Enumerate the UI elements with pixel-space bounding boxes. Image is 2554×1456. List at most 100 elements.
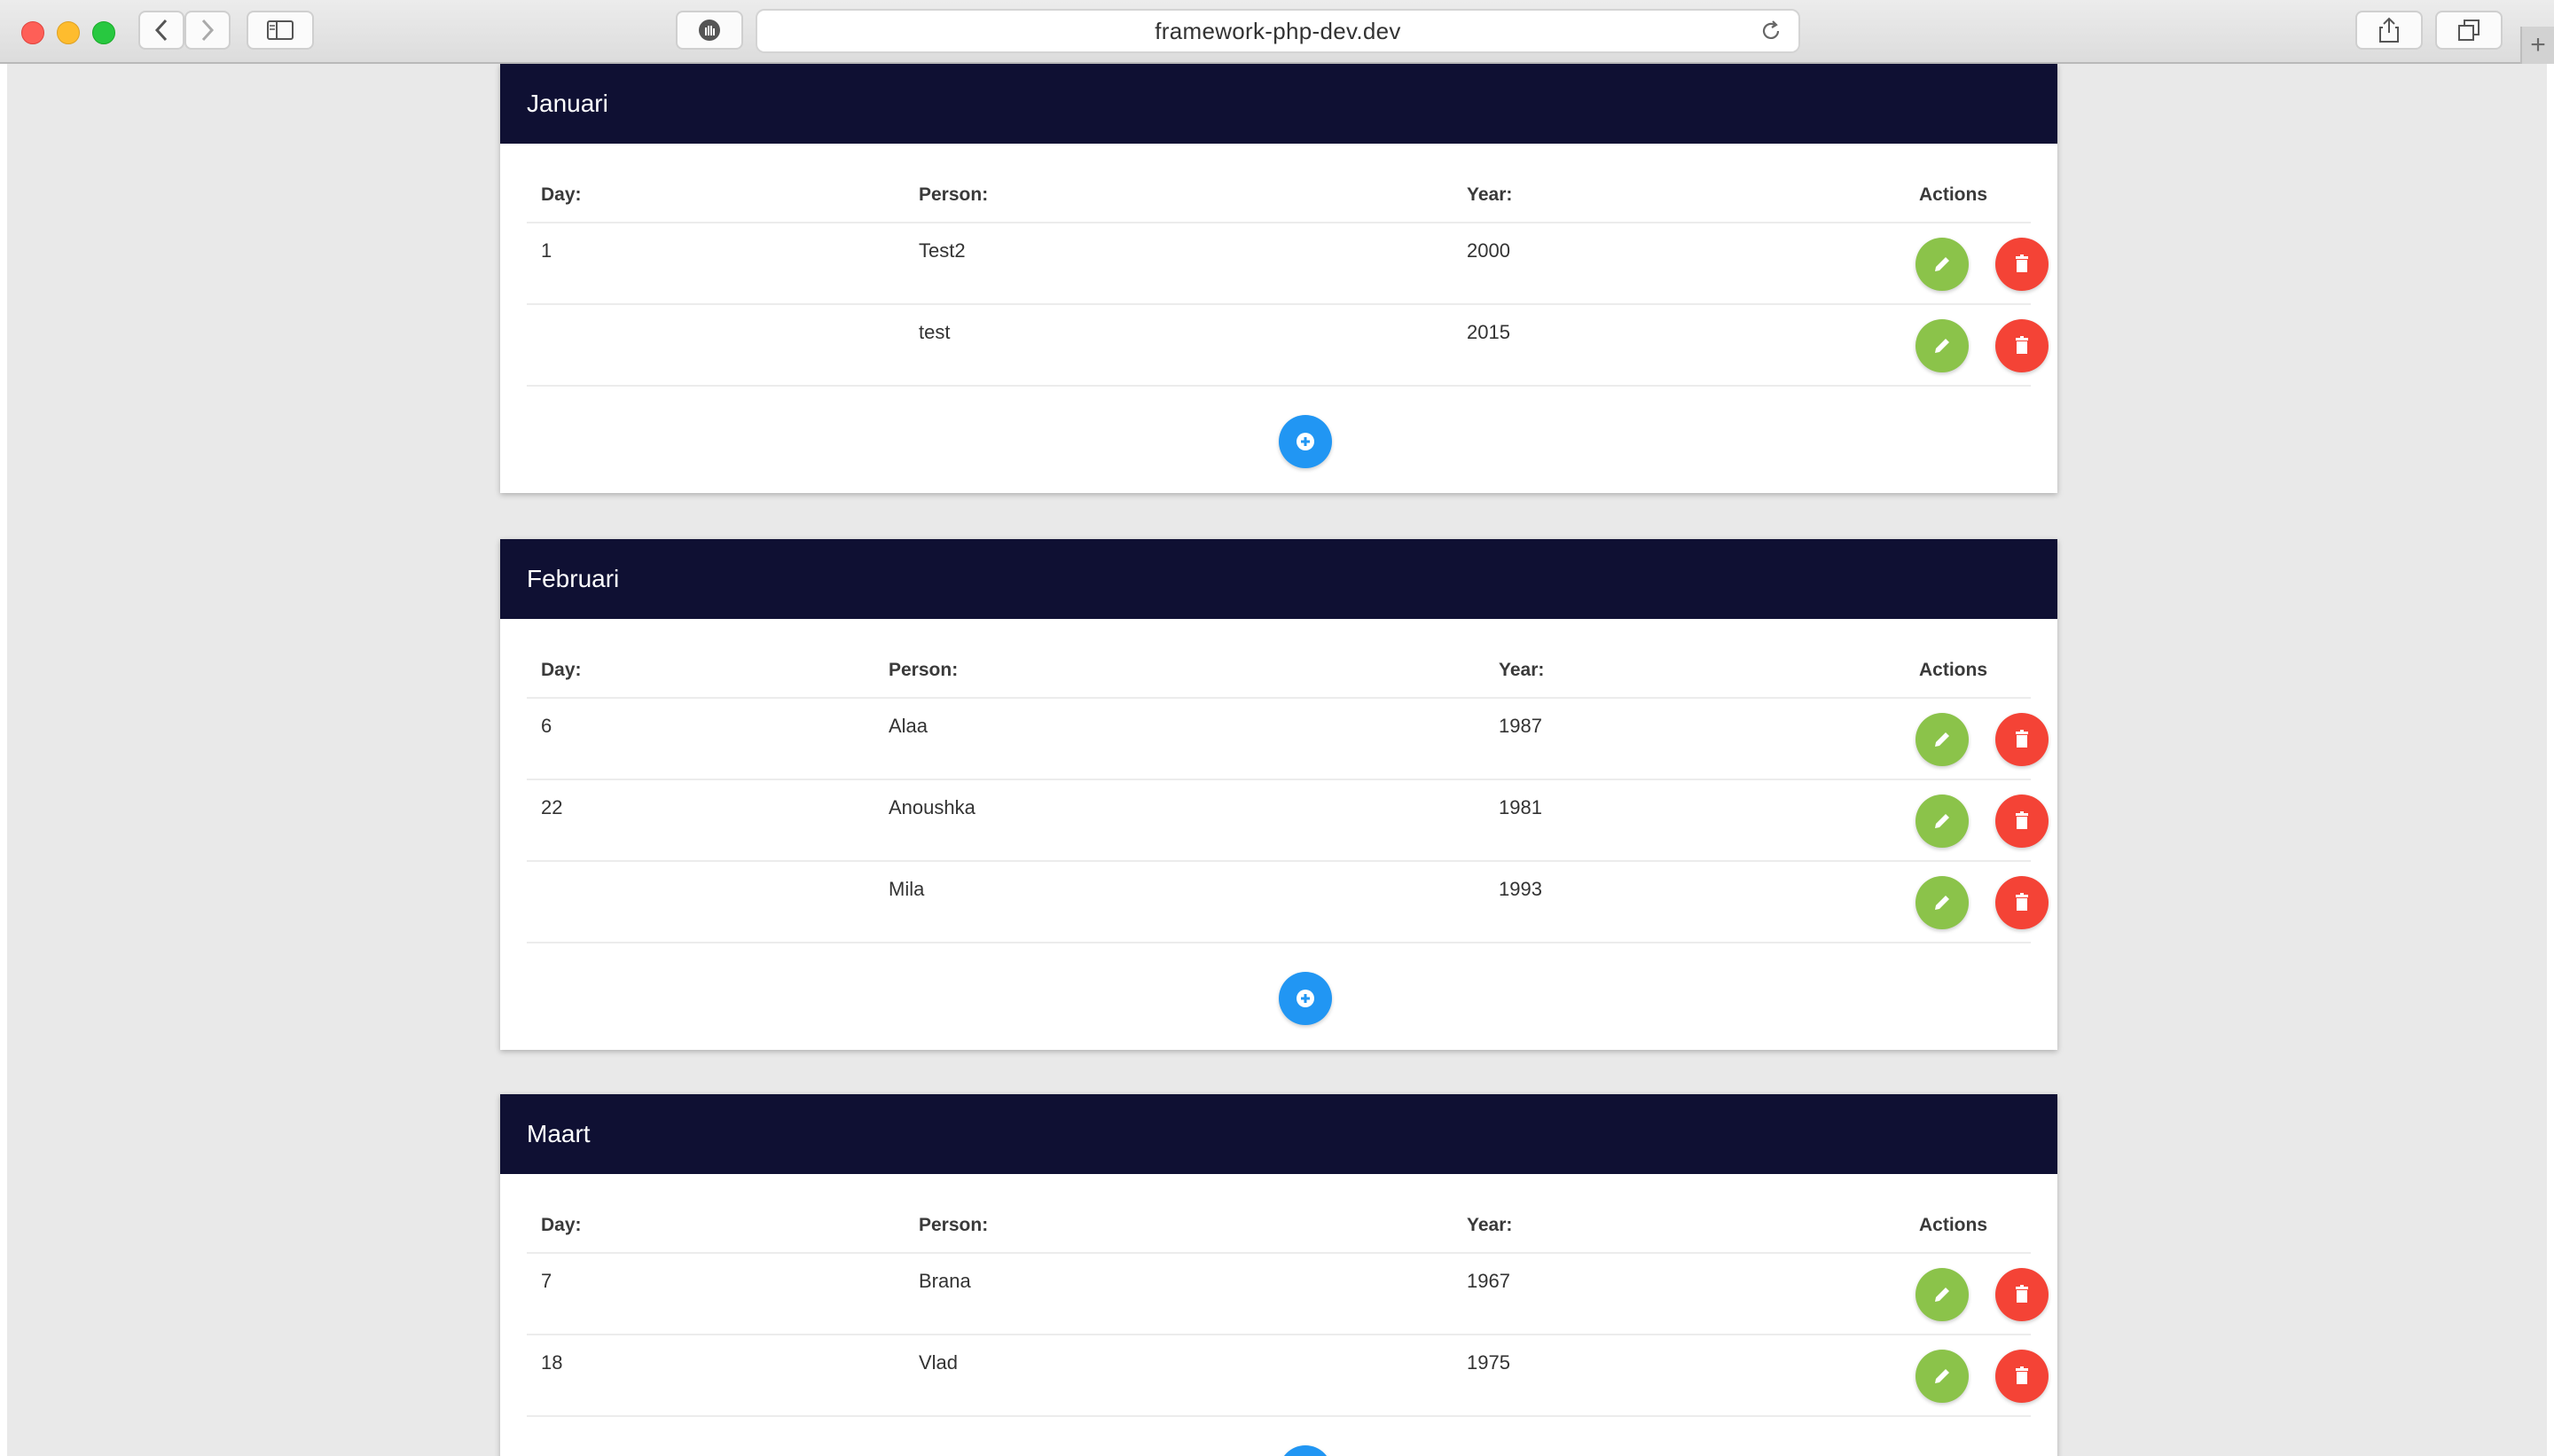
month-card-januari: Januari Day: Person: Year: Actions 1 Tes…: [500, 64, 2057, 493]
col-day: Day:: [541, 660, 582, 680]
col-actions: Actions: [1919, 1215, 1988, 1235]
cell-person: Brana: [919, 1270, 971, 1292]
pencil-icon: [1935, 732, 1949, 747]
cell-day: 6: [541, 715, 552, 737]
month-card-februari: Februari Day: Person: Year: Actions 6 Al…: [500, 539, 2057, 1050]
delete-button[interactable]: [1995, 1350, 2049, 1403]
birthday-table: Day: Person: Year: Actions 1 Test2 2000 …: [527, 144, 2049, 493]
add-row: [527, 387, 2031, 493]
new-tab-button[interactable]: +: [2520, 27, 2554, 64]
forward-button[interactable]: [184, 11, 231, 50]
cell-person: Test2: [919, 239, 966, 262]
pencil-icon: [1935, 257, 1949, 271]
table-row: 22 Anoushka 1981: [527, 780, 2049, 862]
col-person: Person:: [919, 1215, 989, 1235]
pencil-icon: [1935, 1288, 1949, 1302]
reload-icon[interactable]: [1759, 20, 1782, 47]
birthday-table: Day: Person: Year: Actions 7 Brana 1967 …: [527, 1174, 2049, 1456]
cell-year: 1975: [1467, 1351, 1510, 1374]
close-window-button[interactable]: [21, 21, 44, 44]
col-year: Year:: [1467, 1215, 1513, 1235]
table-row: 1 Test2 2000: [527, 223, 2049, 305]
add-button[interactable]: [1279, 415, 1332, 468]
hand-shield-icon: [699, 20, 720, 41]
pencil-icon: [1935, 1369, 1949, 1383]
delete-button[interactable]: [1995, 795, 2049, 848]
table-row: 7 Brana 1967: [527, 1254, 2049, 1335]
table-header-row: Day: Person: Year: Actions: [527, 619, 2031, 699]
trash-icon: [2016, 1285, 2028, 1303]
address-bar[interactable]: framework-php-dev.dev: [756, 9, 1800, 53]
cell-person: Anoushka: [889, 796, 975, 818]
edit-button[interactable]: [1916, 238, 1969, 291]
col-year: Year:: [1467, 184, 1513, 205]
trash-icon: [2016, 1366, 2028, 1384]
cell-person: Mila: [889, 878, 925, 900]
col-day: Day:: [541, 1215, 582, 1235]
sidebar-toggle-button[interactable]: [247, 11, 314, 50]
cell-year: 1993: [1499, 878, 1542, 900]
edit-button[interactable]: [1916, 319, 1969, 372]
month-title: Maart: [500, 1094, 2057, 1174]
cell-person: Alaa: [889, 715, 928, 737]
cell-day: 22: [541, 796, 563, 818]
add-button[interactable]: [1279, 1445, 1332, 1456]
table-header-row: Day: Person: Year: Actions: [527, 144, 2031, 223]
table-row: test 2015: [527, 305, 2049, 387]
col-actions: Actions: [1919, 184, 1988, 205]
trash-icon: [2016, 336, 2028, 354]
browser-toolbar: framework-php-dev.dev +: [0, 0, 2554, 64]
birthday-table: Day: Person: Year: Actions 6 Alaa 1987 2…: [527, 619, 2049, 1050]
share-icon: [2379, 17, 2399, 43]
url-text: framework-php-dev.dev: [1155, 18, 1401, 44]
cell-day: 18: [541, 1351, 563, 1374]
add-row: [527, 1417, 2031, 1456]
pencil-icon: [1935, 814, 1949, 828]
share-button[interactable]: [2355, 11, 2423, 50]
cell-person: Vlad: [919, 1351, 959, 1374]
edit-button[interactable]: [1916, 1350, 1969, 1403]
month-card-maart: Maart Day: Person: Year: Actions 7 Brana…: [500, 1094, 2057, 1456]
cell-year: 2015: [1467, 321, 1510, 343]
minimize-window-button[interactable]: [57, 21, 80, 44]
delete-button[interactable]: [1995, 1268, 2049, 1321]
cell-year: 2000: [1467, 239, 1510, 262]
add-row: [527, 943, 2031, 1050]
edit-button[interactable]: [1916, 876, 1969, 929]
delete-button[interactable]: [1995, 238, 2049, 291]
trash-icon: [2016, 730, 2028, 748]
delete-button[interactable]: [1995, 713, 2049, 766]
col-person: Person:: [889, 660, 959, 680]
cell-person: test: [919, 321, 951, 343]
trash-icon: [2016, 811, 2028, 829]
edit-button[interactable]: [1916, 713, 1969, 766]
cell-year: 1967: [1467, 1270, 1510, 1292]
fullscreen-window-button[interactable]: [92, 21, 115, 44]
col-person: Person:: [919, 184, 989, 205]
tabs-icon: [2458, 20, 2480, 41]
tabs-overview-button[interactable]: [2435, 11, 2503, 50]
col-day: Day:: [541, 184, 582, 205]
edit-button[interactable]: [1916, 1268, 1969, 1321]
table-row: Mila 1993: [527, 862, 2049, 943]
pencil-icon: [1935, 339, 1949, 353]
cell-day: 7: [541, 1270, 552, 1292]
delete-button[interactable]: [1995, 876, 2049, 929]
col-actions: Actions: [1919, 660, 1988, 680]
plus-circle-icon: [1297, 433, 1314, 450]
pencil-icon: [1935, 896, 1949, 910]
chevron-left-icon: [154, 19, 168, 42]
privacy-shield-button[interactable]: [676, 11, 743, 50]
cell-year: 1987: [1499, 715, 1542, 737]
col-year: Year:: [1499, 660, 1545, 680]
back-button[interactable]: [138, 11, 184, 50]
add-button[interactable]: [1279, 972, 1332, 1025]
plus-circle-icon: [1297, 990, 1314, 1007]
delete-button[interactable]: [1995, 319, 2049, 372]
edit-button[interactable]: [1916, 795, 1969, 848]
page-viewport: Januari Day: Person: Year: Actions 1 Tes…: [7, 64, 2547, 1456]
chevron-right-icon: [201, 19, 215, 42]
trash-icon: [2016, 254, 2028, 272]
trash-icon: [2016, 893, 2028, 911]
cell-day: 1: [541, 239, 552, 262]
